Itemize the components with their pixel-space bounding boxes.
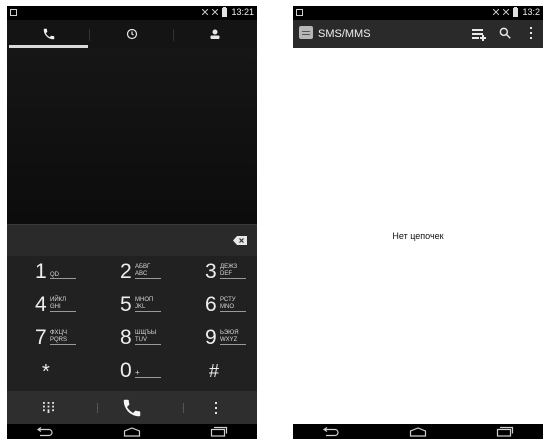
- recent-apps-icon: [496, 426, 514, 437]
- key-0[interactable]: 0 +: [90, 355, 173, 388]
- key-6[interactable]: 6 РСТУ MNO: [173, 289, 256, 322]
- overflow-menu-button[interactable]: [529, 26, 537, 42]
- signal-icon: [212, 8, 219, 17]
- notification-image-icon: [296, 9, 303, 16]
- battery-icon: [513, 6, 519, 17]
- phone-call-icon: [123, 399, 141, 416]
- search-icon: [499, 27, 511, 39]
- dialer-screen: 13:21 1 QD 2 АБВГ ABC 3 ДЕЖЗ DEF 4 ИЙКЛ …: [7, 6, 257, 439]
- signal-icon: [202, 8, 209, 17]
- keypad: 1 QD 2 АБВГ ABC 3 ДЕЖЗ DEF 4 ИЙКЛ GHI 5 …: [7, 256, 257, 391]
- home-button[interactable]: [398, 425, 438, 438]
- dialer-tabs: [7, 20, 257, 48]
- signal-icon: [493, 8, 500, 17]
- tab-phone[interactable]: [7, 20, 91, 48]
- notification-image-icon: [10, 9, 17, 16]
- overflow-menu-icon: [530, 27, 532, 39]
- sms-screen: 13:2 SMS/MMS Нет цепочек: [293, 6, 543, 439]
- tab-recent[interactable]: [90, 20, 174, 48]
- key-2[interactable]: 2 АБВГ ABC: [90, 256, 173, 289]
- back-button[interactable]: [25, 425, 65, 438]
- key-8[interactable]: 8 ШЩЪЫ TUV: [90, 322, 173, 355]
- digits-field[interactable]: [7, 224, 257, 256]
- conversation-list: Нет цепочек: [293, 48, 543, 424]
- dialer-actions: [7, 391, 257, 424]
- recent-clock-icon: [126, 28, 138, 40]
- navigation-bar: [7, 424, 257, 439]
- call-button[interactable]: [90, 391, 174, 424]
- home-button[interactable]: [112, 425, 152, 438]
- empty-conversations-message: Нет цепочек: [392, 231, 444, 241]
- back-arrow-icon: [36, 426, 53, 436]
- signal-icon: [503, 8, 510, 17]
- status-time: 13:21: [231, 7, 254, 17]
- status-time: 13:2: [522, 7, 540, 17]
- recent-apps-button[interactable]: [485, 425, 525, 438]
- tab-contacts[interactable]: [174, 20, 257, 48]
- status-bar: 13:21: [7, 6, 257, 20]
- home-icon: [123, 426, 141, 437]
- search-button[interactable]: [498, 26, 514, 42]
- back-button[interactable]: [311, 425, 351, 438]
- recent-apps-icon: [210, 426, 228, 437]
- dialpad-grid-icon: [43, 402, 54, 413]
- phone-icon: [43, 28, 54, 40]
- key-1[interactable]: 1 QD: [7, 256, 90, 289]
- backspace-icon[interactable]: [233, 236, 247, 245]
- overflow-menu-button[interactable]: [174, 391, 257, 424]
- action-bar: SMS/MMS: [293, 20, 543, 48]
- contacts-person-icon: [210, 29, 220, 39]
- compose-message-icon: [472, 29, 486, 41]
- back-arrow-icon: [322, 426, 339, 436]
- key-9[interactable]: 9 ЬЭЮЯ WXYZ: [173, 322, 256, 355]
- key-hash[interactable]: #: [173, 355, 256, 388]
- key-3[interactable]: 3 ДЕЖЗ DEF: [173, 256, 256, 289]
- messaging-app-icon[interactable]: [299, 26, 313, 39]
- overflow-menu-icon: [214, 401, 217, 414]
- recent-apps-button[interactable]: [199, 425, 239, 438]
- key-star[interactable]: *: [7, 355, 90, 388]
- battery-icon: [222, 6, 228, 17]
- home-icon: [409, 426, 427, 437]
- key-4[interactable]: 4 ИЙКЛ GHI: [7, 289, 90, 322]
- key-5[interactable]: 5 МНОП JKL: [90, 289, 173, 322]
- page-title: SMS/MMS: [318, 28, 371, 40]
- new-message-button[interactable]: [471, 26, 487, 42]
- dial-empty-area: [7, 48, 257, 224]
- dialpad-toggle-button[interactable]: [7, 391, 90, 424]
- navigation-bar: [293, 424, 543, 439]
- key-7[interactable]: 7 ФХЦЧ PQRS: [7, 322, 90, 355]
- status-bar: 13:2: [293, 6, 543, 20]
